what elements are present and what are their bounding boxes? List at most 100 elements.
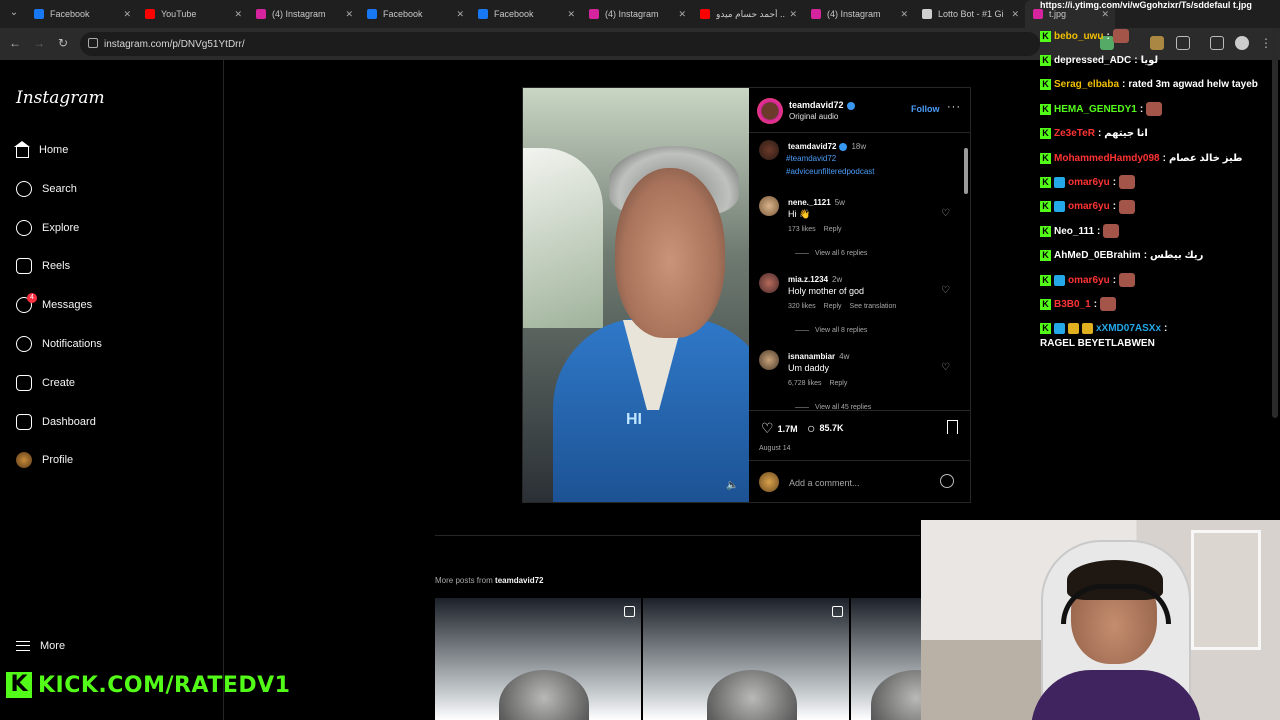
tab-close-icon[interactable]: ✕ bbox=[123, 9, 131, 20]
chat-username[interactable]: MohammedHamdy098 bbox=[1054, 153, 1160, 164]
scroll-thumb[interactable] bbox=[964, 148, 968, 194]
puzzle-icon[interactable] bbox=[1176, 36, 1190, 50]
more-button[interactable]: More bbox=[16, 640, 65, 652]
author-avatar[interactable] bbox=[757, 98, 783, 124]
caption-avatar[interactable] bbox=[759, 140, 779, 160]
menu-icon bbox=[16, 641, 30, 651]
comment-button[interactable]: ○ 85.7K bbox=[807, 420, 844, 436]
reply-button[interactable]: Reply bbox=[824, 226, 842, 233]
audio-icon[interactable]: 🔈 bbox=[726, 480, 738, 491]
tab-close-icon[interactable]: ✕ bbox=[1101, 9, 1109, 20]
url-bar[interactable]: instagram.com/p/DNVg51YtDrr/ bbox=[80, 32, 1040, 56]
bookmark-icon[interactable] bbox=[947, 420, 958, 434]
profile-avatar[interactable] bbox=[1235, 36, 1249, 50]
chat-username[interactable]: Ze3eTeR bbox=[1054, 128, 1095, 139]
tab-close-icon[interactable]: ✕ bbox=[234, 9, 242, 20]
browser-tab[interactable]: (4) Instagram ✕ bbox=[581, 0, 692, 28]
author-name[interactable]: teamdavid72 bbox=[789, 100, 855, 110]
forward-icon[interactable]: → bbox=[31, 36, 47, 50]
comment-user[interactable]: mia.z.1234 2w bbox=[788, 275, 842, 284]
sidebar-item-home[interactable]: Home bbox=[14, 138, 68, 162]
comment-likes[interactable]: 6,728 likes bbox=[788, 380, 821, 387]
browser-tab[interactable]: Facebook ✕ bbox=[470, 0, 581, 28]
emoji-icon[interactable] bbox=[940, 474, 954, 488]
browser-tab[interactable]: Facebook ✕ bbox=[26, 0, 137, 28]
browser-tab[interactable]: YouTube ✕ bbox=[137, 0, 248, 28]
chat-username[interactable]: bebo_uwu bbox=[1054, 31, 1103, 42]
chat-username[interactable]: depressed_ADC bbox=[1054, 55, 1131, 66]
chat-username[interactable]: omar6yu bbox=[1068, 177, 1110, 188]
comment-likes[interactable]: 320 likes bbox=[788, 303, 816, 310]
comment-likes[interactable]: 173 likes bbox=[788, 226, 816, 233]
post-thumbnail[interactable] bbox=[643, 598, 849, 720]
see-translation-button[interactable]: See translation bbox=[850, 303, 897, 310]
sidebar-item-create[interactable]: Create bbox=[16, 371, 75, 395]
tab-close-icon[interactable]: ✕ bbox=[900, 9, 908, 20]
post-thumbnail[interactable] bbox=[851, 598, 921, 720]
media-icon[interactable] bbox=[1210, 36, 1224, 50]
caption-user[interactable]: teamdavid72 18w bbox=[788, 142, 866, 151]
browser-tab[interactable]: Facebook ✕ bbox=[359, 0, 470, 28]
reply-button[interactable]: Reply bbox=[824, 303, 842, 310]
comment-user[interactable]: isnanambiar 4w bbox=[788, 352, 849, 361]
comment-like-icon[interactable]: ♡ bbox=[941, 362, 950, 373]
tab-close-icon[interactable]: ✕ bbox=[1011, 9, 1019, 20]
tab-close-icon[interactable]: ✕ bbox=[567, 9, 575, 20]
sidebar-item-profile[interactable]: Profile bbox=[16, 448, 73, 472]
follow-button[interactable]: Follow bbox=[911, 104, 940, 114]
chat-username[interactable]: AhMeD_0EBrahim bbox=[1054, 250, 1141, 261]
chat-message: Kbebo_uwu: bbox=[1040, 26, 1129, 46]
browser-tab[interactable]: (4) Instagram ✕ bbox=[248, 0, 359, 28]
chat-username[interactable]: Serag_elbaba bbox=[1054, 79, 1119, 90]
tab-close-icon[interactable]: ✕ bbox=[345, 9, 353, 20]
extension-icon[interactable] bbox=[1150, 36, 1164, 50]
chat-username[interactable]: HEMA_GENEDY1 bbox=[1054, 104, 1137, 115]
kick-badge-icon: K bbox=[1040, 201, 1051, 213]
shelf bbox=[1191, 530, 1261, 650]
browser-tab[interactable]: (4) Instagram ✕ bbox=[803, 0, 914, 28]
commenter-avatar[interactable] bbox=[759, 196, 779, 216]
chat-username[interactable]: Neo_111 bbox=[1054, 226, 1094, 237]
audio-label[interactable]: Original audio bbox=[789, 112, 838, 121]
tab-close-icon[interactable]: ✕ bbox=[678, 9, 686, 20]
hashtag-link[interactable]: #adviceunfilteredpodcast bbox=[786, 167, 875, 176]
verified-badge-icon bbox=[1054, 323, 1065, 335]
back-icon[interactable]: ← bbox=[7, 36, 23, 50]
sidebar-item-search[interactable]: Search bbox=[16, 177, 77, 201]
post-thumbnail[interactable] bbox=[435, 598, 641, 720]
chat-username[interactable]: xXMD07ASXx bbox=[1096, 323, 1161, 334]
like-button[interactable]: ♡ 1.7M bbox=[761, 420, 798, 437]
view-replies-button[interactable]: View all 6 replies bbox=[795, 250, 867, 257]
reply-button[interactable]: Reply bbox=[829, 380, 847, 387]
reload-icon[interactable]: ↻ bbox=[55, 36, 71, 50]
more-posts-user[interactable]: teamdavid72 bbox=[495, 576, 543, 585]
add-comment-input[interactable]: Add a comment... bbox=[789, 478, 860, 488]
comment-time: 4w bbox=[839, 352, 850, 361]
commenter-avatar[interactable] bbox=[759, 350, 779, 370]
post-video[interactable]: HI 🔈 bbox=[523, 88, 749, 502]
tab-close-icon[interactable]: ✕ bbox=[789, 9, 797, 20]
comments-scrollbar[interactable] bbox=[963, 134, 969, 410]
view-replies-button[interactable]: View all 8 replies bbox=[795, 327, 867, 334]
sidebar-item-notifications[interactable]: Notifications bbox=[16, 332, 102, 356]
tab-label: t.jpg bbox=[1049, 9, 1067, 19]
sidebar-item-messages[interactable]: 4 Messages bbox=[16, 293, 92, 317]
comment-like-icon[interactable]: ♡ bbox=[941, 285, 950, 296]
tab-close-icon[interactable]: ✕ bbox=[456, 9, 464, 20]
comment-like-icon[interactable]: ♡ bbox=[941, 208, 950, 219]
more-options-icon[interactable]: ··· bbox=[947, 101, 961, 113]
sidebar-item-reels[interactable]: Reels bbox=[16, 254, 70, 278]
instagram-logo[interactable]: Instagram bbox=[16, 88, 105, 108]
tab-search-icon[interactable]: ⌄ bbox=[6, 7, 22, 18]
browser-tab[interactable]: Lotto Bot - #1 Gi ✕ bbox=[914, 0, 1025, 28]
site-info-icon[interactable] bbox=[88, 38, 98, 48]
comment-user[interactable]: nene._1121 5w bbox=[788, 198, 845, 207]
sidebar-item-explore[interactable]: Explore bbox=[16, 216, 79, 240]
sidebar-item-dashboard[interactable]: Dashboard bbox=[16, 410, 96, 434]
commenter-avatar[interactable] bbox=[759, 273, 779, 293]
browser-tab[interactable]: أحمد حسام ميدو .. ✕ bbox=[692, 0, 803, 28]
chat-username[interactable]: B3B0_1 bbox=[1054, 299, 1091, 310]
chat-username[interactable]: omar6yu bbox=[1068, 275, 1110, 286]
hashtag-link[interactable]: #teamdavid72 bbox=[786, 154, 836, 163]
chat-username[interactable]: omar6yu bbox=[1068, 201, 1110, 212]
